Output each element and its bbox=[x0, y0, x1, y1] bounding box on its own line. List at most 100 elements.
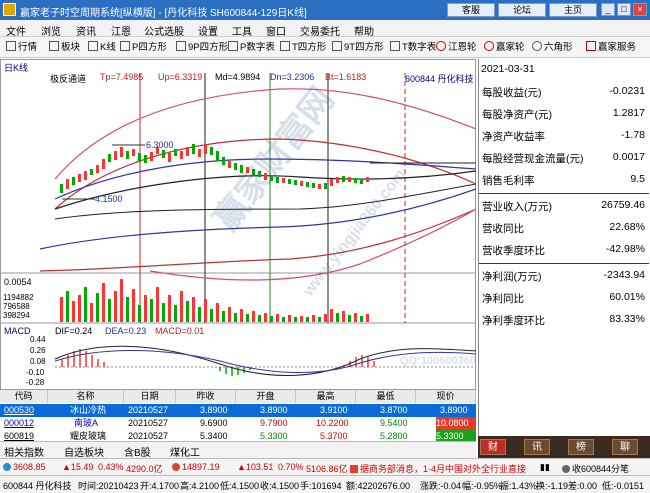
channel-bottom-line bbox=[39, 208, 476, 272]
market-status-bar: 3608.85 ▲15.49 0.43% 4290.0亿 14897.19 ▲1… bbox=[0, 458, 650, 475]
menu-gann[interactable]: 江恩 bbox=[111, 23, 131, 38]
col-header-name[interactable]: 名称 bbox=[48, 390, 124, 403]
sz-index[interactable]: 14897.19 bbox=[172, 462, 220, 472]
cell-code[interactable]: 000012 bbox=[4, 417, 48, 430]
cell-name[interactable]: 冰山冷热 bbox=[70, 404, 124, 417]
fin-value: -1.78 bbox=[621, 129, 645, 141]
tab-coal-chem[interactable]: 煤化工 bbox=[170, 444, 200, 459]
p-table-icon bbox=[228, 41, 238, 51]
minimize-button[interactable]: _ bbox=[601, 3, 615, 16]
col-header-high[interactable]: 最高 bbox=[296, 390, 356, 403]
fin-value: 0.0017 bbox=[612, 151, 645, 163]
md-value: Md=4.9894 bbox=[215, 72, 261, 82]
toolbar-9p-square[interactable]: 9P四方形 bbox=[176, 41, 228, 55]
9t-square-icon bbox=[332, 41, 342, 51]
channel-top-line bbox=[54, 88, 476, 180]
fin-separator bbox=[479, 263, 649, 264]
toolbar-quote[interactable]: 行情 bbox=[6, 41, 37, 55]
menu-browse[interactable]: 浏览 bbox=[41, 23, 61, 38]
menu-trade[interactable]: 交易委托 bbox=[300, 23, 340, 38]
menu-formula[interactable]: 公式选股 bbox=[144, 23, 184, 38]
t-table-icon bbox=[390, 41, 400, 51]
bar-chart-icon[interactable]: ▮▮ bbox=[540, 462, 550, 473]
toolbar-t-table[interactable]: T数字表 bbox=[390, 41, 436, 55]
toolbar-hexagon[interactable]: 六角形 bbox=[532, 41, 573, 55]
kline-svg[interactable] bbox=[0, 59, 476, 389]
sh-index-value: 3608.85 bbox=[13, 462, 46, 472]
sector-icon bbox=[49, 41, 59, 51]
toolbar-9t-square[interactable]: 9T四方形 bbox=[332, 41, 384, 55]
toolbar-winner-wheel[interactable]: 赢家轮 bbox=[484, 41, 525, 55]
toolbar-gann-wheel[interactable]: 江恩轮 bbox=[436, 41, 477, 55]
tab-ranking[interactable]: 榜 bbox=[568, 439, 594, 455]
toolbar-p-square[interactable]: P四方形 bbox=[120, 41, 167, 55]
tab-chat[interactable]: 聊 bbox=[612, 439, 638, 455]
sh-amount: 4290.0亿 bbox=[126, 464, 163, 474]
toolbar-p-table[interactable]: P数字表 bbox=[228, 41, 275, 55]
cell-low: 9.5400 bbox=[380, 418, 408, 428]
quote-status-bar: 600844 丹化科技 时间:20210423 开:4.1700 高:4.210… bbox=[0, 475, 650, 493]
toolbar-service[interactable]: 赢家服务 bbox=[586, 41, 636, 55]
menu-settings[interactable]: 设置 bbox=[198, 23, 218, 38]
report-date: 2021-03-31 bbox=[481, 63, 535, 75]
news-ticker[interactable]: 据商务部消息，1-4月中国对外全行业直接 bbox=[350, 462, 530, 475]
col-header-low[interactable]: 最低 bbox=[356, 390, 416, 403]
up-value: Up=6.3319 bbox=[158, 72, 203, 82]
col-header-price[interactable]: 现价 bbox=[416, 390, 476, 403]
tab-include-b[interactable]: 含B股 bbox=[124, 444, 151, 459]
menu-help[interactable]: 帮助 bbox=[354, 23, 374, 38]
kline-chart[interactable]: 日K线 极反通道 Tp=7.4985 Up=6.3319 Md=4.9894 D… bbox=[0, 59, 476, 389]
financials-panel: 2021-03-31 每股收益(元) -0.0231 每股净资产(元) 1.2817… bbox=[478, 59, 650, 436]
toolbar-kline[interactable]: K线 bbox=[88, 41, 116, 55]
cell-code[interactable]: 000530 bbox=[4, 404, 48, 417]
hexagon-icon bbox=[532, 41, 542, 51]
fin-value: 9.5 bbox=[630, 173, 645, 185]
toolbar-gann-wheel-label: 江恩轮 bbox=[448, 42, 477, 53]
bt-value: Bt=1.6183 bbox=[325, 72, 367, 82]
menu-tools[interactable]: 工具 bbox=[232, 23, 252, 38]
service-button[interactable]: 客服 bbox=[447, 3, 495, 17]
fin-label: 净资产收益率 bbox=[482, 131, 545, 143]
tab-finance[interactable]: 财 bbox=[480, 439, 506, 455]
cell-low: 3.8700 bbox=[380, 405, 408, 415]
fin-label: 每股收益(元) bbox=[482, 87, 542, 99]
tab-related-index[interactable]: 相关指数 bbox=[4, 444, 44, 459]
toolbar-sector[interactable]: 板块 bbox=[49, 41, 80, 55]
menu-file[interactable]: 文件 bbox=[6, 23, 26, 38]
cell-high: 10.2200 bbox=[316, 418, 349, 428]
tab-custom-sector[interactable]: 自选板块 bbox=[64, 444, 104, 459]
sh-index[interactable]: 3608.85 bbox=[3, 462, 46, 472]
toolbar-t-square[interactable]: T四方形 bbox=[280, 41, 326, 55]
chart-stock-label: 600844 丹化科技 bbox=[405, 74, 474, 84]
close-button[interactable]: × bbox=[633, 3, 647, 16]
cell-high: 3.9100 bbox=[320, 405, 348, 415]
forum-button[interactable]: 论坛 bbox=[498, 3, 546, 17]
fin-value: 1.2817 bbox=[612, 107, 645, 119]
col-header-open[interactable]: 开盘 bbox=[236, 390, 296, 403]
tab-news[interactable]: 讯 bbox=[524, 439, 550, 455]
menu-window[interactable]: 窗口 bbox=[266, 23, 286, 38]
fin-value: -42.98% bbox=[605, 243, 645, 255]
status-last: 低:-0.0151 bbox=[602, 481, 645, 491]
app-icon bbox=[3, 3, 16, 16]
home-button[interactable]: 主页 bbox=[549, 3, 597, 17]
dea-value: DEA=0.23 bbox=[105, 326, 147, 336]
menu-news[interactable]: 资讯 bbox=[76, 23, 96, 38]
macd-tick-1: 0.44 bbox=[30, 335, 46, 344]
toolbar: 行情 板块 K线 P四方形 9P四方形 P数字表 T四方形 9T四方形 T数字表… bbox=[0, 37, 650, 58]
favorite-ticks[interactable]: 收600844分笔 bbox=[562, 462, 629, 475]
cell-name[interactable]: 南玻A bbox=[74, 417, 124, 430]
col-header-prev-close[interactable]: 昨收 bbox=[176, 390, 236, 403]
cell-open: 9.7900 bbox=[260, 418, 288, 428]
sh-index-icon bbox=[3, 463, 11, 471]
fin-label: 净利季度环比 bbox=[482, 315, 545, 327]
cell-date: 20210527 bbox=[128, 418, 169, 428]
9p-square-icon bbox=[176, 41, 186, 51]
chart-border bbox=[0, 59, 476, 389]
col-header-code[interactable]: 代码 bbox=[0, 390, 48, 403]
menu-bar: 文件 浏览 资讯 江恩 公式选股 设置 工具 窗口 交易委托 帮助 bbox=[0, 20, 650, 38]
col-header-date[interactable]: 日期 bbox=[124, 390, 176, 403]
maximize-button[interactable]: □ bbox=[617, 3, 631, 16]
fin-row-profit-qoq: 净利季度环比 83.33% bbox=[479, 309, 649, 331]
status-pct: 幅:-0.95% bbox=[462, 481, 503, 491]
